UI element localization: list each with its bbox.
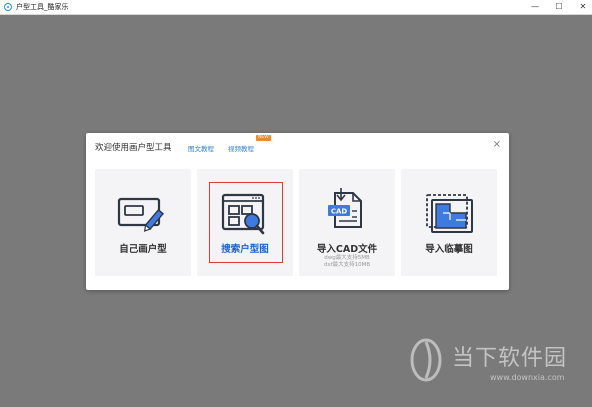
window-title: 户型工具_酷家乐 — [16, 3, 69, 11]
watermark-brand: 当下软件园 — [452, 346, 568, 371]
window-titlebar: 户型工具_酷家乐 — ☐ ✕ — [0, 0, 592, 15]
card-label: 搜索户型图 — [221, 244, 269, 255]
close-window-button[interactable]: ✕ — [578, 0, 588, 14]
card-label: 导入临摹图 — [425, 244, 473, 255]
app-logo-icon — [4, 3, 12, 11]
image-tutorial-link[interactable]: 图文教程 — [188, 143, 214, 153]
card-label: 自己画户型 — [119, 244, 167, 255]
minimize-button[interactable]: — — [530, 0, 540, 14]
welcome-dialog: 欢迎使用画户型工具 图文教程 视频教程 NEW × 自己画户型 搜索户型图 CA… — [86, 133, 509, 290]
card-import-trace[interactable]: 导入临摹图 — [401, 169, 497, 276]
dialog-header: 欢迎使用画户型工具 图文教程 视频教程 NEW × — [86, 133, 509, 159]
watermark-logo-icon — [410, 338, 442, 382]
window-controls: — ☐ ✕ — [530, 0, 588, 14]
cad-file-icon: CAD — [328, 188, 362, 228]
card-import-cad[interactable]: CAD 导入CAD文件 dwg最大支持5MB dxf最大支持10MB — [299, 169, 395, 276]
watermark-url: www.downxia.com — [490, 373, 565, 382]
card-note: dxf最大支持10MB — [323, 262, 371, 268]
maximize-button[interactable]: ☐ — [554, 0, 564, 14]
card-search-floorplan[interactable]: 搜索户型图 — [197, 169, 293, 276]
video-tutorial-link[interactable]: 视频教程 — [228, 143, 254, 153]
trace-image-icon — [426, 194, 473, 233]
card-note: dwg最大支持5MB — [324, 255, 370, 261]
card-draw-floorplan[interactable]: 自己画户型 — [95, 169, 191, 276]
search-floorplan-icon — [221, 193, 265, 235]
watermark: 当下软件园 www.downxia.com — [408, 330, 588, 402]
new-badge: NEW — [256, 135, 271, 141]
svg-text:CAD: CAD — [331, 208, 348, 216]
dialog-title: 欢迎使用画户型工具 — [95, 143, 172, 153]
draw-floorplan-icon — [117, 197, 164, 232]
card-label: 导入CAD文件 — [316, 244, 378, 255]
dialog-close-button[interactable]: × — [493, 140, 501, 150]
